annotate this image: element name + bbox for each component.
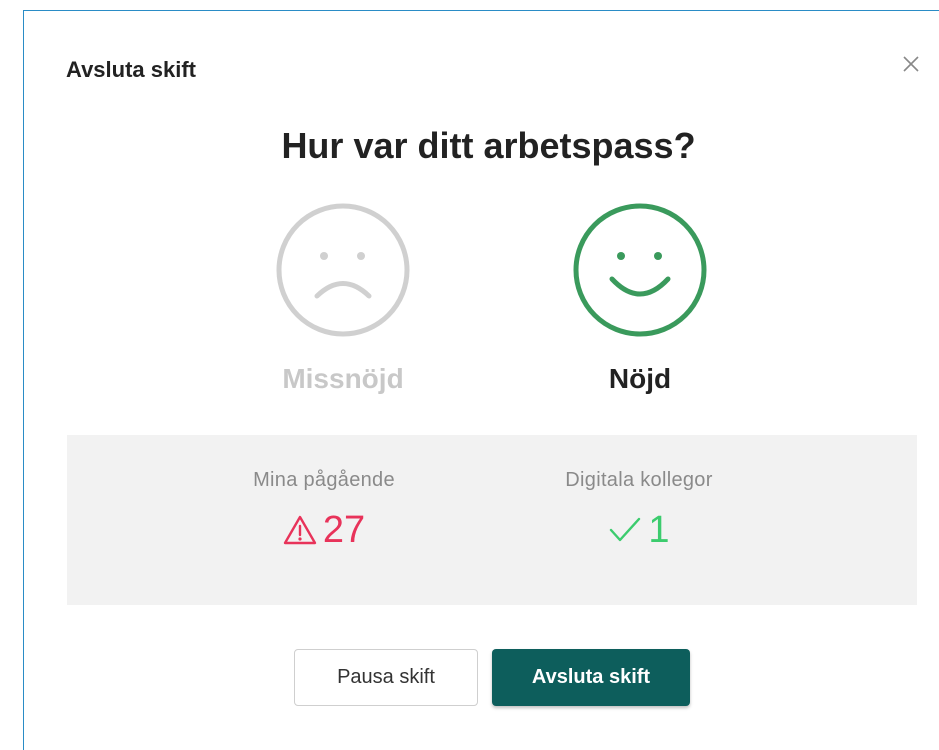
stat-colleagues-label: Digitala kollegor [565,469,713,491]
stat-ongoing-value-row: 27 [283,510,365,550]
stat-ongoing-value: 27 [322,509,366,551]
stat-colleagues-value-row: 1 [608,509,670,551]
pause-shift-button[interactable]: Pausa skift [294,649,478,706]
warning-triangle-icon [283,515,317,545]
checkmark-icon [610,517,641,542]
rating-unhappy-option[interactable]: Missnöjd [243,201,443,401]
dialog-title: Avsluta skift [66,57,197,82]
rating-happy-option[interactable]: Nöjd [540,201,740,401]
shift-question: Hur var ditt arbetspass? [281,125,696,166]
rating-unhappy-label: Missnöjd [282,363,404,394]
end-shift-button[interactable]: Avsluta skift [492,649,690,706]
end-shift-dialog: Avsluta skift Hur var ditt arbetspass? M… [23,10,939,750]
stat-ongoing: Mina pågående 27 [204,469,444,550]
stat-ongoing-label: Mina pågående [253,469,395,491]
rating-happy-label: Nöjd [608,363,672,394]
happy-face-icon [573,203,707,337]
sad-face-icon [276,203,410,337]
stat-colleagues: Digitala kollegor 1 [519,469,759,550]
shift-stats-panel: Mina pågående 27 Digitala kollegor 1 [67,435,917,605]
close-button[interactable] [896,49,926,79]
stat-colleagues-value: 1 [648,509,670,551]
close-icon [903,56,919,72]
